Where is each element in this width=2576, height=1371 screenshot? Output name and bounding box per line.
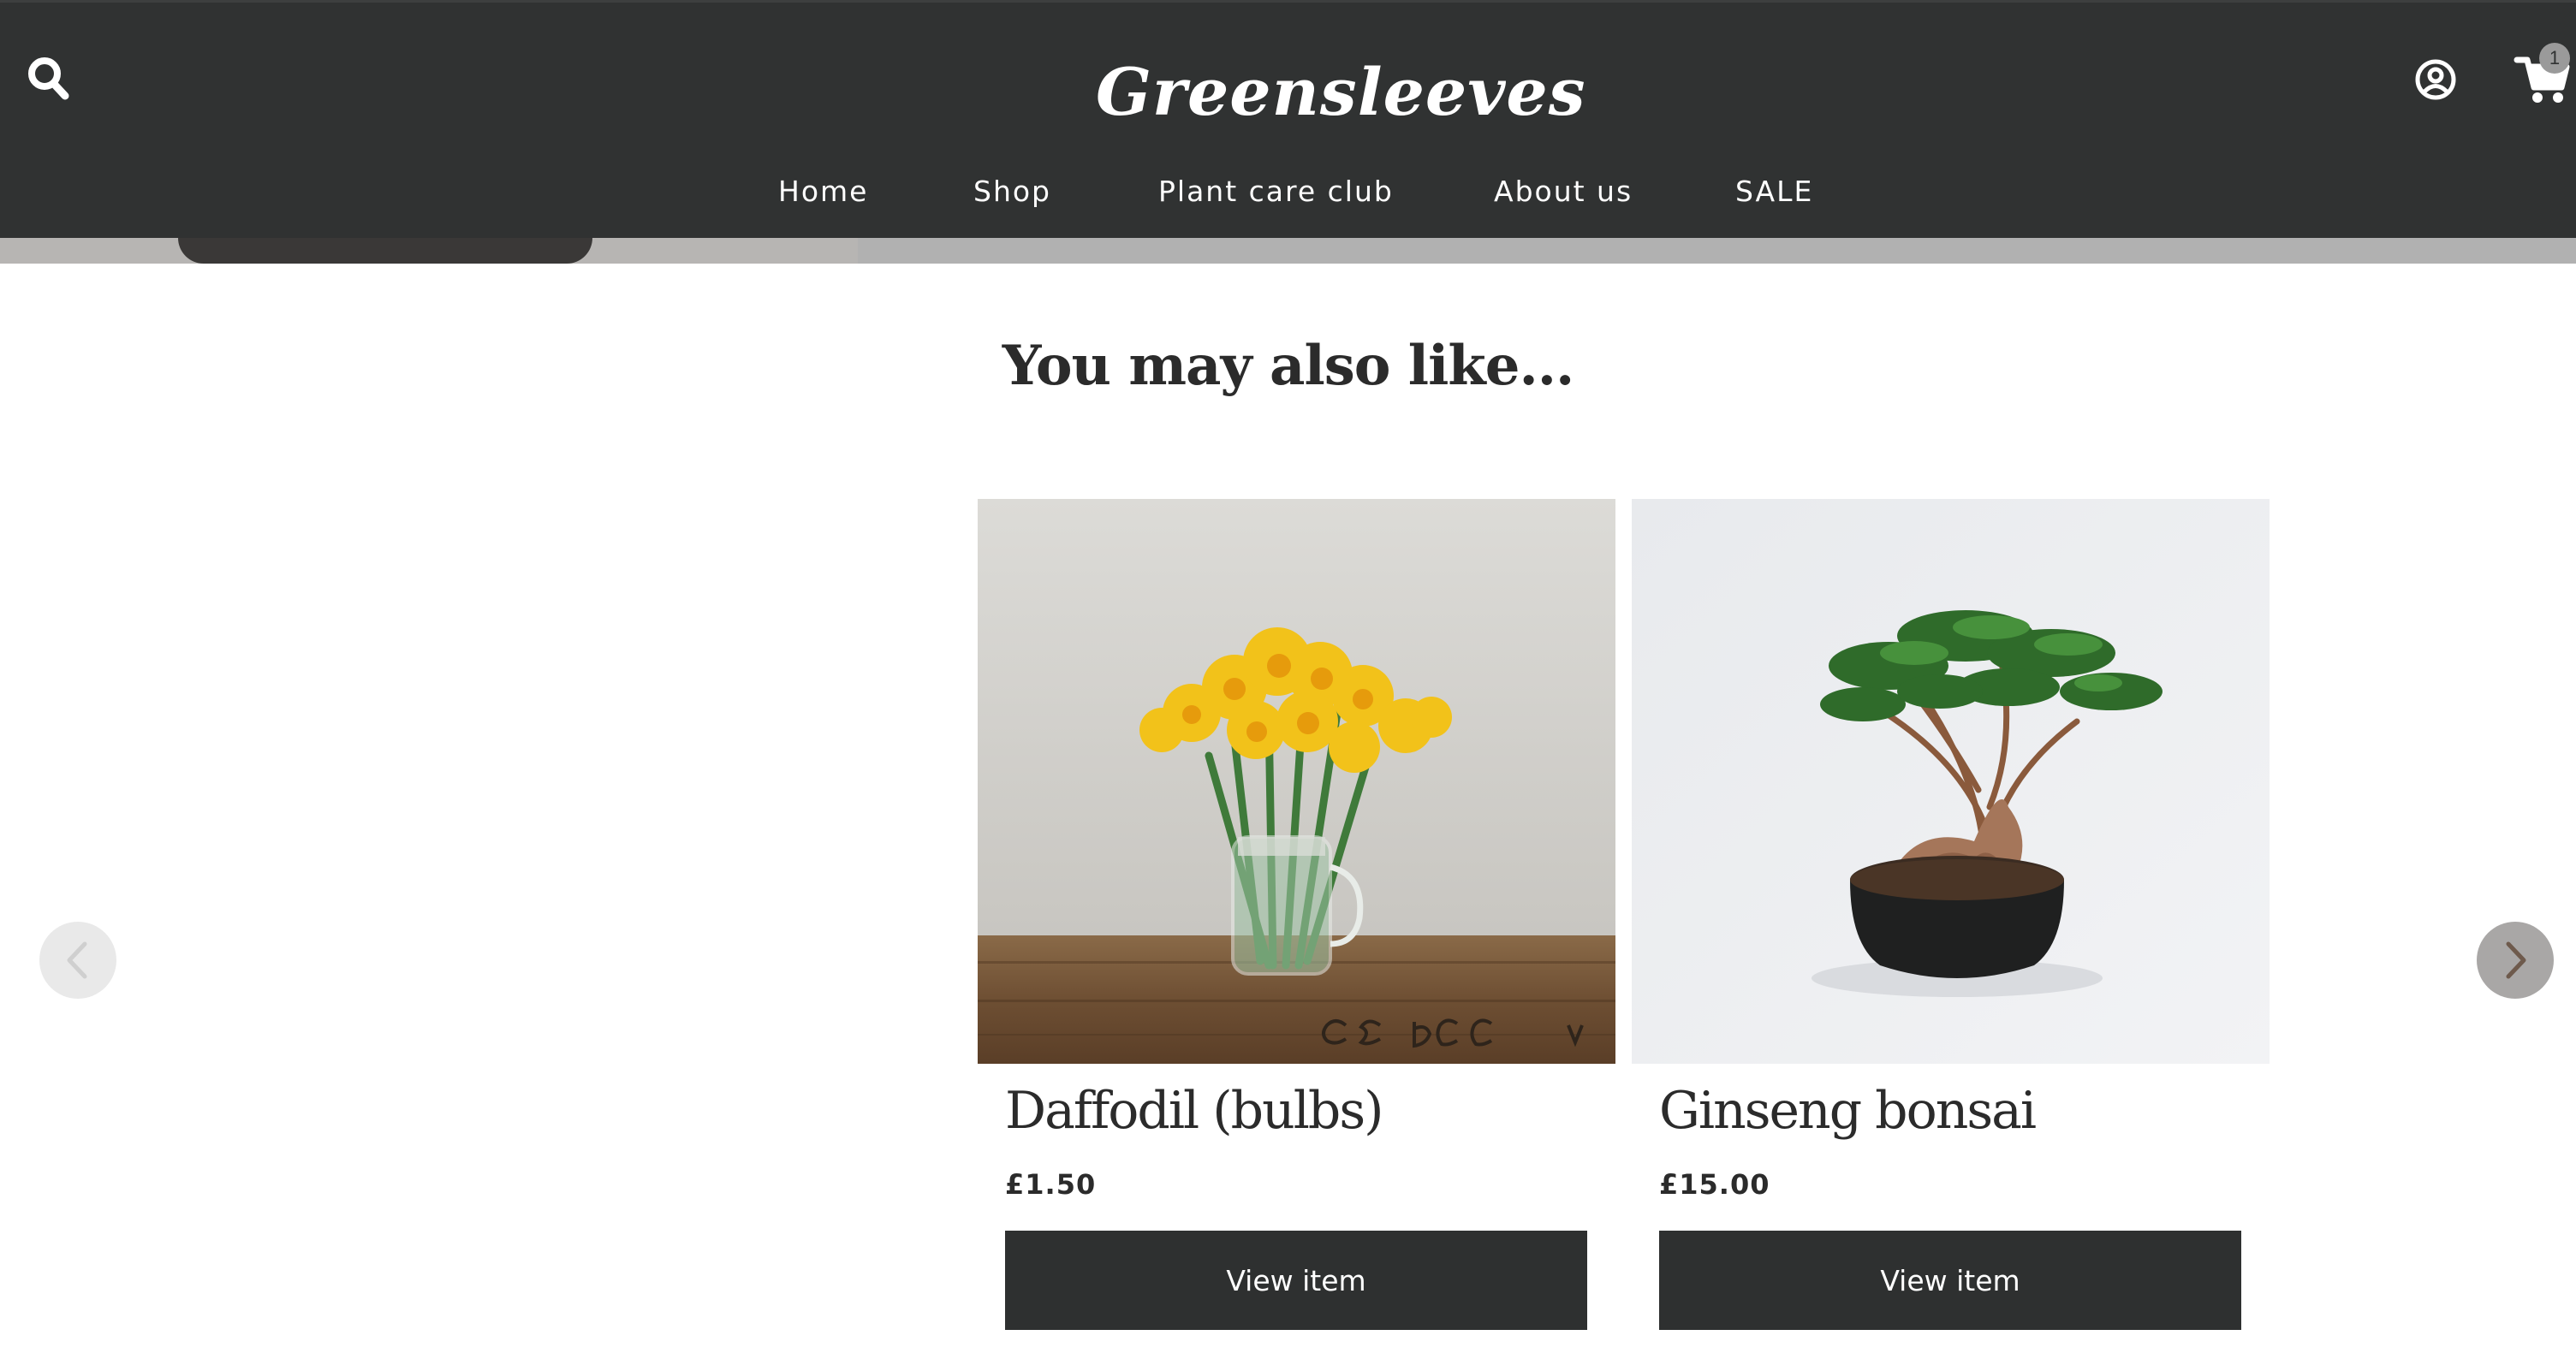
account-button[interactable] xyxy=(2412,56,2459,103)
site-header: Greensleeves 1 Home Shop Plant care club… xyxy=(0,0,2576,238)
product-name[interactable]: Daffodil (bulbs) xyxy=(1005,1081,1384,1141)
product-price: £1.50 xyxy=(1005,1168,1097,1201)
product-image[interactable] xyxy=(978,499,1615,1064)
header-top-border xyxy=(0,0,2576,3)
nav-shop[interactable]: Shop xyxy=(973,175,1051,208)
search-button[interactable] xyxy=(26,53,74,104)
brand-logo[interactable]: Greensleeves xyxy=(1080,45,1585,139)
daffodils-in-jar-photo xyxy=(978,499,1615,1064)
brand-name: Greensleeves xyxy=(1096,53,1586,130)
cart-count-badge: 1 xyxy=(2539,43,2570,74)
carousel-prev-button[interactable] xyxy=(39,922,116,999)
hero-image-strip xyxy=(0,238,2576,264)
product-price: £15.00 xyxy=(1659,1168,1770,1201)
product-image[interactable] xyxy=(1632,499,2270,1064)
nav-home[interactable]: Home xyxy=(778,175,868,208)
chevron-left-icon xyxy=(67,941,87,979)
product-card: Ginseng bonsai £15.00 View item xyxy=(1632,499,2270,1363)
nav-plant-care-club[interactable]: Plant care club xyxy=(1158,175,1394,208)
hero-image-pot-bottom xyxy=(178,238,592,264)
view-item-button[interactable]: View item xyxy=(1659,1231,2241,1330)
carousel-next-button[interactable] xyxy=(2477,922,2554,999)
ginseng-bonsai-photo xyxy=(1632,499,2270,1064)
nav-sale[interactable]: SALE xyxy=(1735,175,1813,208)
product-card: Daffodil (bulbs) £1.50 View item xyxy=(978,499,1615,1363)
main-nav: Home Shop Plant care club About us SALE xyxy=(0,175,2576,221)
nav-about-us[interactable]: About us xyxy=(1494,175,1633,208)
view-item-button[interactable]: View item xyxy=(1005,1231,1587,1330)
search-icon xyxy=(28,57,69,100)
user-circle-icon xyxy=(2415,59,2456,100)
product-name[interactable]: Ginseng bonsai xyxy=(1659,1081,2037,1141)
chevron-right-icon xyxy=(2506,941,2526,979)
section-title: You may also like... xyxy=(1002,334,1575,398)
